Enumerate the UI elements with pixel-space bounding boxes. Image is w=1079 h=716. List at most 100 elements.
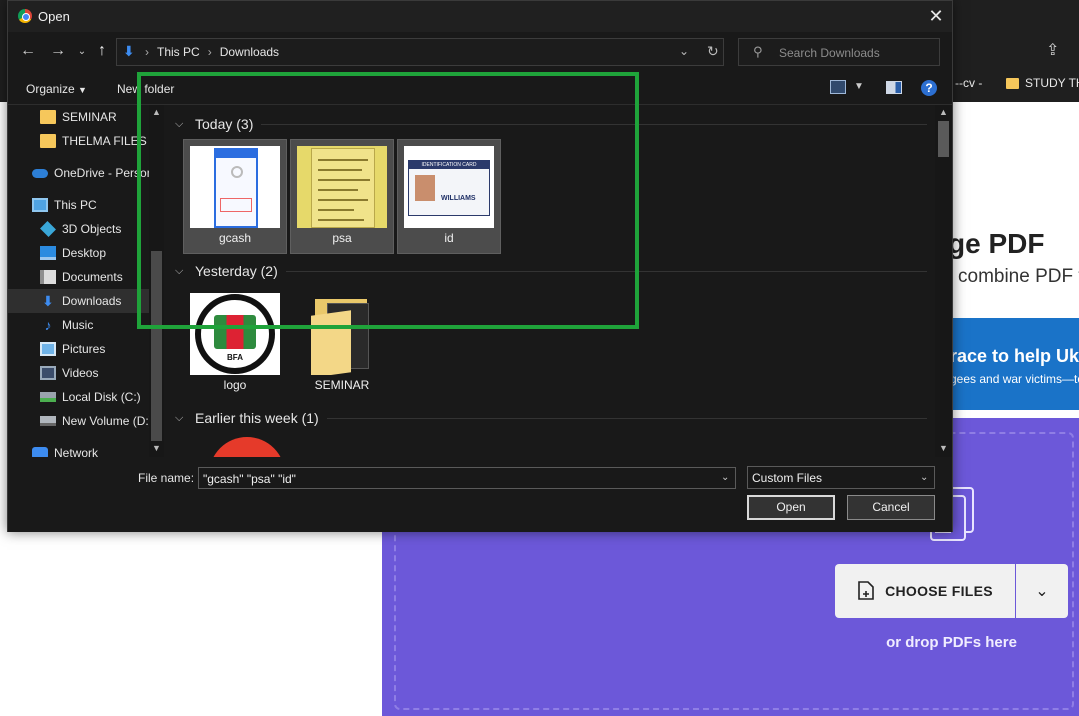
help-icon[interactable]: ?	[921, 80, 937, 96]
scrollbar-thumb[interactable]	[938, 121, 949, 157]
music-icon: ♪	[44, 317, 52, 333]
folder-icon	[40, 110, 56, 124]
bookmark-cv[interactable]: --cv -	[955, 76, 982, 90]
group-label: Earlier this week (1)	[195, 410, 319, 426]
nav-item-label: THELMA FILES	[62, 134, 147, 148]
file-name-value: "gcash" "psa" "id"	[203, 472, 296, 486]
computer-icon	[32, 198, 48, 212]
nav-item-label: Network	[54, 446, 99, 457]
navigation-bar: ← → ⌄ ↑ ⬇ › This PC › Downloads ⌄ ↻ ⚲ Se…	[8, 32, 952, 72]
nav-item-label: SEMINAR	[62, 110, 117, 124]
nav-item-label: Pictures	[62, 342, 106, 356]
selection-highlight-box	[137, 72, 639, 329]
folder-icon	[1006, 77, 1019, 89]
file-type-value: Custom Files	[752, 471, 823, 485]
folder-icon	[40, 134, 56, 148]
chevron-down-icon[interactable]: ⌄	[721, 472, 729, 483]
bookmark-label: STUDY TH	[1025, 76, 1079, 90]
address-dropdown-icon[interactable]: ⌄	[679, 44, 689, 58]
nav-item-local-disk[interactable]: Local Disk (C:)	[40, 385, 164, 409]
nav-item-pictures[interactable]: Pictures	[40, 337, 164, 361]
local-disk-icon	[40, 392, 56, 402]
breadcrumb: › This PC › Downloads	[145, 45, 279, 59]
banner-text: gees and war victims—to	[950, 372, 1079, 386]
choose-files-button[interactable]: CHOOSE FILES	[835, 564, 1015, 618]
file-name-input[interactable]: "gcash" "psa" "id" ⌄	[198, 467, 736, 489]
chevron-right-icon: ›	[207, 45, 212, 59]
nav-item-new-volume[interactable]: New Volume (D:)	[40, 409, 164, 433]
share-icon[interactable]: ⇪	[1046, 40, 1068, 62]
cancel-button[interactable]: Cancel	[847, 495, 935, 520]
recent-locations-icon[interactable]: ⌄	[72, 46, 92, 57]
dialog-footer: File name: "gcash" "psa" "id" ⌄ Custom F…	[8, 457, 952, 532]
caret-down-icon[interactable]: ▼	[854, 81, 864, 92]
3d-objects-icon	[40, 221, 56, 237]
search-icon: ⚲	[753, 44, 763, 59]
address-bar[interactable]: ⬇ › This PC › Downloads ⌄ ↻	[116, 38, 724, 66]
file-name-label: File name:	[138, 471, 195, 485]
breadcrumb-downloads[interactable]: Downloads	[220, 45, 279, 59]
nav-item-label: This PC	[54, 198, 97, 212]
search-box[interactable]: ⚲ Search Downloads	[738, 38, 940, 66]
downloads-icon: ⬇	[42, 293, 54, 309]
chevron-down-icon: ⌄	[920, 472, 929, 483]
nav-item-label: Downloads	[62, 294, 122, 308]
close-icon[interactable]: ✕	[926, 6, 946, 26]
chevron-down-icon: ⌵	[175, 411, 184, 424]
drop-hint: or drop PDFs here	[886, 634, 1017, 651]
nav-item-videos[interactable]: Videos	[40, 361, 164, 385]
scroll-up-icon[interactable]: ▲	[939, 107, 948, 117]
nav-item-network[interactable]: Network	[32, 441, 164, 457]
videos-icon	[40, 366, 56, 380]
page-title: ge PDF	[950, 228, 1045, 259]
bookmark-study[interactable]: STUDY TH	[1006, 76, 1079, 90]
nav-item-label: New Volume (D:)	[62, 414, 153, 428]
chrome-icon	[18, 9, 32, 23]
file-name: SEMINAR	[314, 378, 370, 392]
nav-item-downloads[interactable]: ⬇ Downloads	[8, 289, 149, 313]
nav-item-label: 3D Objects	[62, 222, 122, 236]
nav-item-label: Desktop	[62, 246, 107, 260]
nav-item-label: Local Disk (C:)	[62, 390, 141, 404]
file-type-select[interactable]: Custom Files ⌄	[747, 466, 935, 489]
choose-files-dropdown[interactable]: ⌄	[1016, 564, 1068, 618]
caret-down-icon: ▼	[78, 85, 87, 95]
ukraine-banner[interactable]: race to help Ukr gees and war victims—to	[950, 318, 1079, 410]
bookmark-label: --cv -	[955, 76, 983, 90]
file-name: logo	[223, 378, 247, 392]
open-button[interactable]: Open	[747, 495, 835, 520]
add-file-icon	[858, 581, 874, 600]
choose-files-label: CHOOSE FILES	[885, 583, 993, 599]
desktop-icon	[40, 246, 56, 260]
organize-menu[interactable]: Organize ▼	[26, 82, 87, 96]
file-list-scrollbar[interactable]: ▲ ▼	[935, 105, 952, 457]
dialog-title: Open	[38, 9, 70, 24]
page-heading-area: ge PDF combine PDF f	[950, 220, 1079, 310]
page-subtitle: combine PDF f	[958, 266, 1079, 287]
network-icon	[32, 447, 48, 457]
organize-label: Organize	[26, 82, 75, 96]
search-placeholder: Search Downloads	[779, 46, 880, 60]
onedrive-icon	[32, 168, 48, 178]
up-arrow-icon[interactable]: ↑	[92, 42, 112, 60]
pictures-icon	[40, 342, 56, 356]
nav-item-label: Videos	[62, 366, 99, 380]
forward-arrow-icon[interactable]: →	[48, 42, 68, 60]
chevron-down-icon: ⌄	[1035, 583, 1049, 600]
partial-file-thumbnail[interactable]	[209, 437, 285, 457]
back-arrow-icon[interactable]: ←	[18, 42, 38, 60]
chevron-right-icon: ›	[145, 45, 149, 59]
divider	[326, 417, 927, 419]
scroll-down-icon[interactable]: ▼	[152, 443, 161, 453]
drive-icon	[40, 416, 56, 426]
scroll-down-icon[interactable]: ▼	[939, 443, 948, 453]
group-header-earlier-this-week[interactable]: ⌵ Earlier this week (1)	[175, 407, 927, 429]
preview-pane-icon[interactable]	[886, 81, 902, 94]
breadcrumb-this-pc[interactable]: This PC	[157, 45, 200, 59]
dialog-titlebar[interactable]: Open ✕	[8, 1, 952, 32]
documents-icon	[40, 270, 56, 284]
logo-text: BFA	[227, 353, 243, 362]
refresh-icon[interactable]: ↻	[707, 43, 719, 60]
view-options-icon[interactable]	[830, 80, 846, 94]
nav-item-label: Music	[62, 318, 94, 332]
